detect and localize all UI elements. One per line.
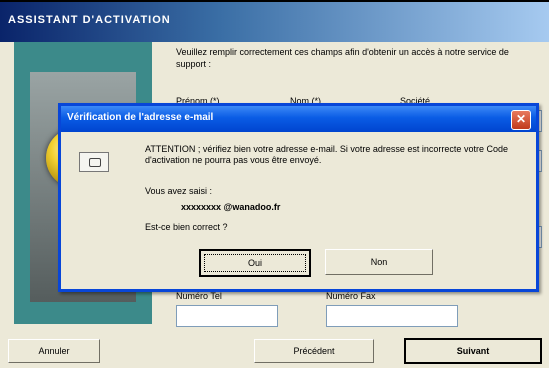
focus-ring	[204, 254, 306, 272]
cancel-button[interactable]: Annuler	[8, 339, 100, 363]
yes-button[interactable]: Oui	[199, 249, 311, 277]
fax-label: Numéro Fax	[326, 291, 376, 301]
warning-text: ATTENTION ; vérifiez bien votre adresse …	[145, 144, 508, 165]
wizard-title-bar: ASSISTANT D'ACTIVATION	[0, 2, 549, 42]
no-button-label: Non	[370, 257, 388, 267]
confirm-question: Est-ce bien correct ?	[145, 222, 228, 232]
phone-label: Numéro Tel	[176, 291, 222, 301]
wizard-button-bar: Annuler Précédent Suivant	[0, 332, 549, 368]
intro-text: Veuillez remplir correctement ces champs…	[176, 47, 509, 69]
previous-button[interactable]: Précédent	[254, 339, 374, 363]
entered-label: Vous avez saisi :	[145, 186, 213, 196]
next-button[interactable]: Suivant	[404, 338, 542, 364]
email-icon	[79, 152, 109, 172]
fax-input[interactable]	[326, 305, 458, 327]
dialog-title: Vérification de l'adresse e-mail	[67, 112, 214, 123]
dialog-title-bar[interactable]: Vérification de l'adresse e-mail ✕	[61, 106, 536, 132]
no-button[interactable]: Non	[325, 249, 433, 275]
wizard-title: ASSISTANT D'ACTIVATION	[8, 14, 171, 26]
email-verification-dialog: Vérification de l'adresse e-mail ✕ ATTEN…	[58, 103, 539, 292]
entered-email: xxxxxxxx @wanadoo.fr	[181, 202, 281, 212]
close-icon[interactable]: ✕	[511, 110, 531, 130]
phone-input[interactable]	[176, 305, 278, 327]
